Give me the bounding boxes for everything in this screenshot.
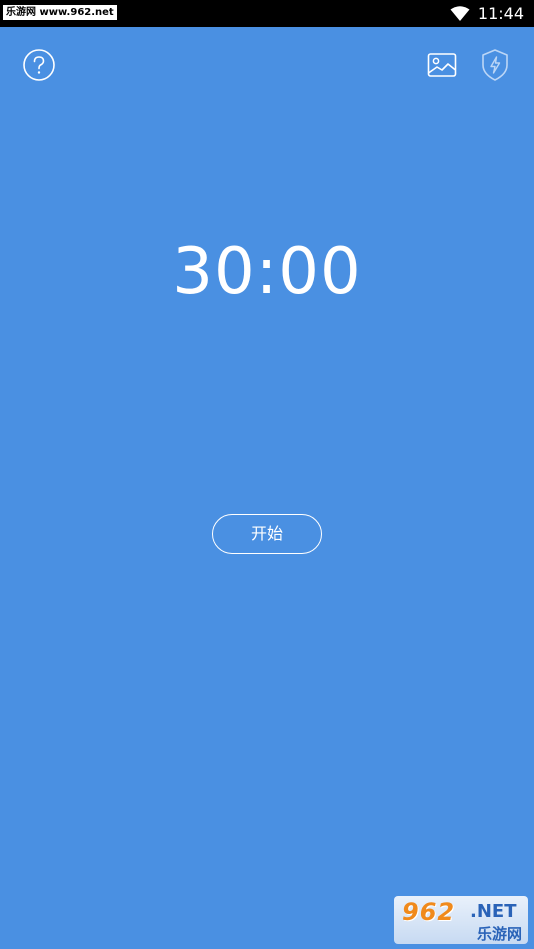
watermark-brand-number: 962 <box>402 898 456 926</box>
watermark-brand-suffix: .NET <box>470 901 517 922</box>
boost-button[interactable] <box>476 48 514 86</box>
wifi-icon <box>450 5 470 22</box>
countdown-timer: 30:00 <box>172 235 362 309</box>
status-bar: 乐游网 www.962.net 11:44 <box>0 0 534 27</box>
shield-bolt-icon <box>480 48 510 86</box>
watermark-text: 乐游网 www.962.net <box>3 5 117 20</box>
help-icon <box>22 48 56 86</box>
watermark-logo: 962 .NET 乐游网 <box>394 896 528 944</box>
wallpaper-button[interactable] <box>423 48 461 86</box>
watermark-brand-cn: 乐游网 <box>476 925 522 943</box>
status-time: 11:44 <box>477 4 524 23</box>
help-button[interactable] <box>20 48 58 86</box>
start-button[interactable]: 开始 <box>212 514 322 554</box>
status-indicators: 11:44 <box>450 0 524 27</box>
image-icon <box>427 52 457 82</box>
